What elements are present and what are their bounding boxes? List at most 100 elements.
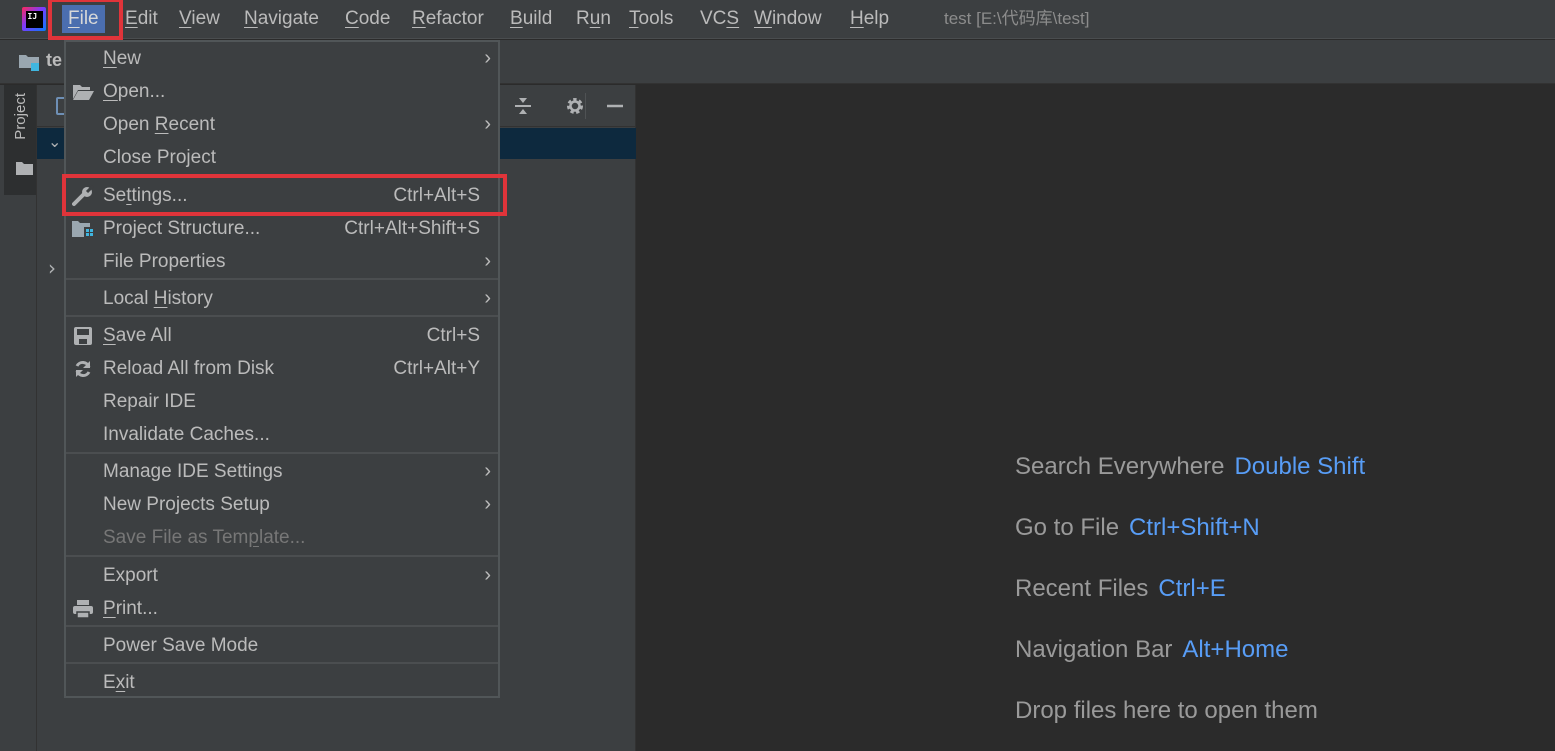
app-logo-text: IJ — [25, 10, 43, 28]
menu-item-label: Local History — [103, 287, 213, 309]
chevron-down-icon[interactable]: ⌄ — [48, 132, 61, 151]
menu-item-exit[interactable]: Exit — [66, 666, 498, 699]
shortcut-label: Ctrl+S — [426, 324, 480, 346]
menu-item-label: Repair IDE — [103, 390, 196, 412]
project-tool-tab-label: Project — [12, 93, 29, 140]
left-tool-strip: Project — [0, 85, 37, 751]
hint-label: Recent Files — [1015, 575, 1149, 602]
menu-item-label: Power Save Mode — [103, 634, 259, 656]
menu-separator — [66, 662, 498, 664]
menu-item-project-structure[interactable]: Project Structure... Ctrl+Alt+Shift+S — [66, 212, 498, 245]
hint-shortcut: Ctrl+Shift+N — [1129, 514, 1260, 541]
menu-item-label: Manage IDE Settings — [103, 460, 283, 482]
print-icon — [72, 598, 94, 620]
menu-item-label: Invalidate Caches... — [103, 423, 270, 445]
submenu-arrow-icon: › — [484, 113, 491, 135]
menu-item-save-file-as-template[interactable]: Save File as Template... — [66, 521, 498, 554]
hint-shortcut: Double Shift — [1234, 453, 1366, 480]
shortcut-label: Ctrl+Alt+Shift+S — [344, 217, 480, 239]
menu-separator — [66, 176, 498, 178]
menu-item-label: Export — [103, 564, 158, 586]
menu-separator — [66, 555, 498, 557]
menu-item-export[interactable]: Export › — [66, 559, 498, 592]
hint-label: Drop files here to open them — [1015, 697, 1318, 724]
menu-item-label: Close Project — [103, 146, 216, 168]
project-structure-icon — [72, 218, 94, 240]
menu-bar: IJ File Edit View Navigate Code Refactor… — [0, 0, 1555, 39]
project-tool-tab[interactable]: Project — [4, 85, 36, 195]
file-menu-dropdown: New › Open... Open Recent › Close Project … — [64, 40, 500, 698]
menu-separator — [66, 625, 498, 627]
menu-view[interactable]: View — [173, 5, 226, 33]
menu-item-label: Exit — [103, 671, 135, 693]
menu-item-manage-ide-settings[interactable]: Manage IDE Settings › — [66, 455, 498, 488]
menu-separator — [66, 315, 498, 317]
hint-shortcut: Alt+Home — [1182, 636, 1289, 663]
menu-item-file-properties[interactable]: File Properties › — [66, 245, 498, 278]
menu-item-power-save-mode[interactable]: Power Save Mode — [66, 629, 498, 662]
reload-icon — [72, 358, 94, 380]
hint-search-everywhere: Search Everywhere Double Shift — [1015, 453, 1365, 481]
hint-navigation-bar: Navigation Bar Alt+Home — [1015, 636, 1288, 664]
menu-item-new-projects-setup[interactable]: New Projects Setup › — [66, 488, 498, 521]
menu-run[interactable]: Run — [570, 5, 617, 33]
folder-open-icon — [72, 81, 94, 103]
menu-item-save-all[interactable]: Save All Ctrl+S — [66, 319, 498, 352]
hint-drop-files: Drop files here to open them — [1015, 697, 1318, 725]
menu-item-label: Open... — [103, 80, 166, 102]
menu-item-open-recent[interactable]: Open Recent › — [66, 108, 498, 141]
menu-item-local-history[interactable]: Local History › — [66, 282, 498, 315]
menu-window[interactable]: Window — [748, 5, 828, 33]
shortcut-label: Ctrl+Alt+Y — [393, 357, 480, 379]
hint-shortcut: Ctrl+E — [1158, 575, 1226, 602]
submenu-arrow-icon: › — [484, 460, 491, 482]
menu-build[interactable]: Build — [504, 5, 558, 33]
menu-item-invalidate-caches[interactable]: Invalidate Caches... — [66, 418, 498, 451]
menu-item-settings[interactable]: Settings... Ctrl+Alt+S — [66, 179, 498, 212]
hint-recent-files: Recent Files Ctrl+E — [1015, 575, 1226, 603]
menu-item-label: Open Recent — [103, 113, 215, 135]
menu-code[interactable]: Code — [339, 5, 396, 33]
menu-item-repair-ide[interactable]: Repair IDE — [66, 385, 498, 418]
menu-item-label: File Properties — [103, 250, 226, 272]
hint-label: Search Everywhere — [1015, 453, 1225, 480]
menu-vcs[interactable]: VCS — [694, 5, 745, 33]
menu-item-label: Save All — [103, 324, 172, 346]
menu-item-label: New — [103, 47, 142, 69]
hint-label: Navigation Bar — [1015, 636, 1173, 663]
submenu-arrow-icon: › — [484, 47, 491, 69]
submenu-arrow-icon: › — [484, 250, 491, 272]
submenu-arrow-icon: › — [484, 564, 491, 586]
window-title: test [E:\代码库\test] — [944, 9, 1090, 28]
menu-item-new[interactable]: New › — [66, 42, 498, 75]
collapse-all-icon[interactable] — [512, 95, 534, 117]
menu-refactor[interactable]: Refactor — [406, 5, 490, 33]
menu-tools[interactable]: Tools — [623, 5, 679, 33]
menu-item-reload-all[interactable]: Reload All from Disk Ctrl+Alt+Y — [66, 352, 498, 385]
chevron-right-icon[interactable]: › — [48, 256, 56, 280]
menu-file[interactable]: File — [62, 5, 105, 33]
hint-label: Go to File — [1015, 514, 1120, 541]
breadcrumb-project[interactable]: te — [46, 50, 62, 71]
menu-item-label: New Projects Setup — [103, 493, 270, 515]
menu-separator — [66, 278, 498, 280]
save-icon — [72, 325, 94, 347]
editor-empty-area[interactable]: Search Everywhere Double Shift Go to File… — [637, 85, 1555, 751]
menu-item-close-project[interactable]: Close Project — [66, 141, 498, 174]
gear-icon[interactable] — [564, 95, 586, 117]
menu-item-open[interactable]: Open... — [66, 75, 498, 108]
intellij-logo-icon[interactable]: IJ — [22, 7, 46, 31]
minimize-icon[interactable] — [604, 95, 626, 117]
menu-item-print[interactable]: Print... — [66, 592, 498, 625]
menu-help[interactable]: Help — [844, 5, 895, 33]
submenu-arrow-icon: › — [484, 493, 491, 515]
menu-edit[interactable]: Edit — [119, 5, 164, 33]
submenu-arrow-icon: › — [484, 287, 491, 309]
menu-item-label: Save File as Template... — [103, 526, 306, 548]
menu-item-label: Project Structure... — [103, 217, 261, 239]
menu-navigate[interactable]: Navigate — [238, 5, 325, 33]
project-folder-icon — [19, 55, 39, 71]
shortcut-label: Ctrl+Alt+S — [393, 184, 480, 206]
wrench-icon — [72, 185, 94, 207]
menu-item-label: Settings... — [103, 184, 188, 206]
